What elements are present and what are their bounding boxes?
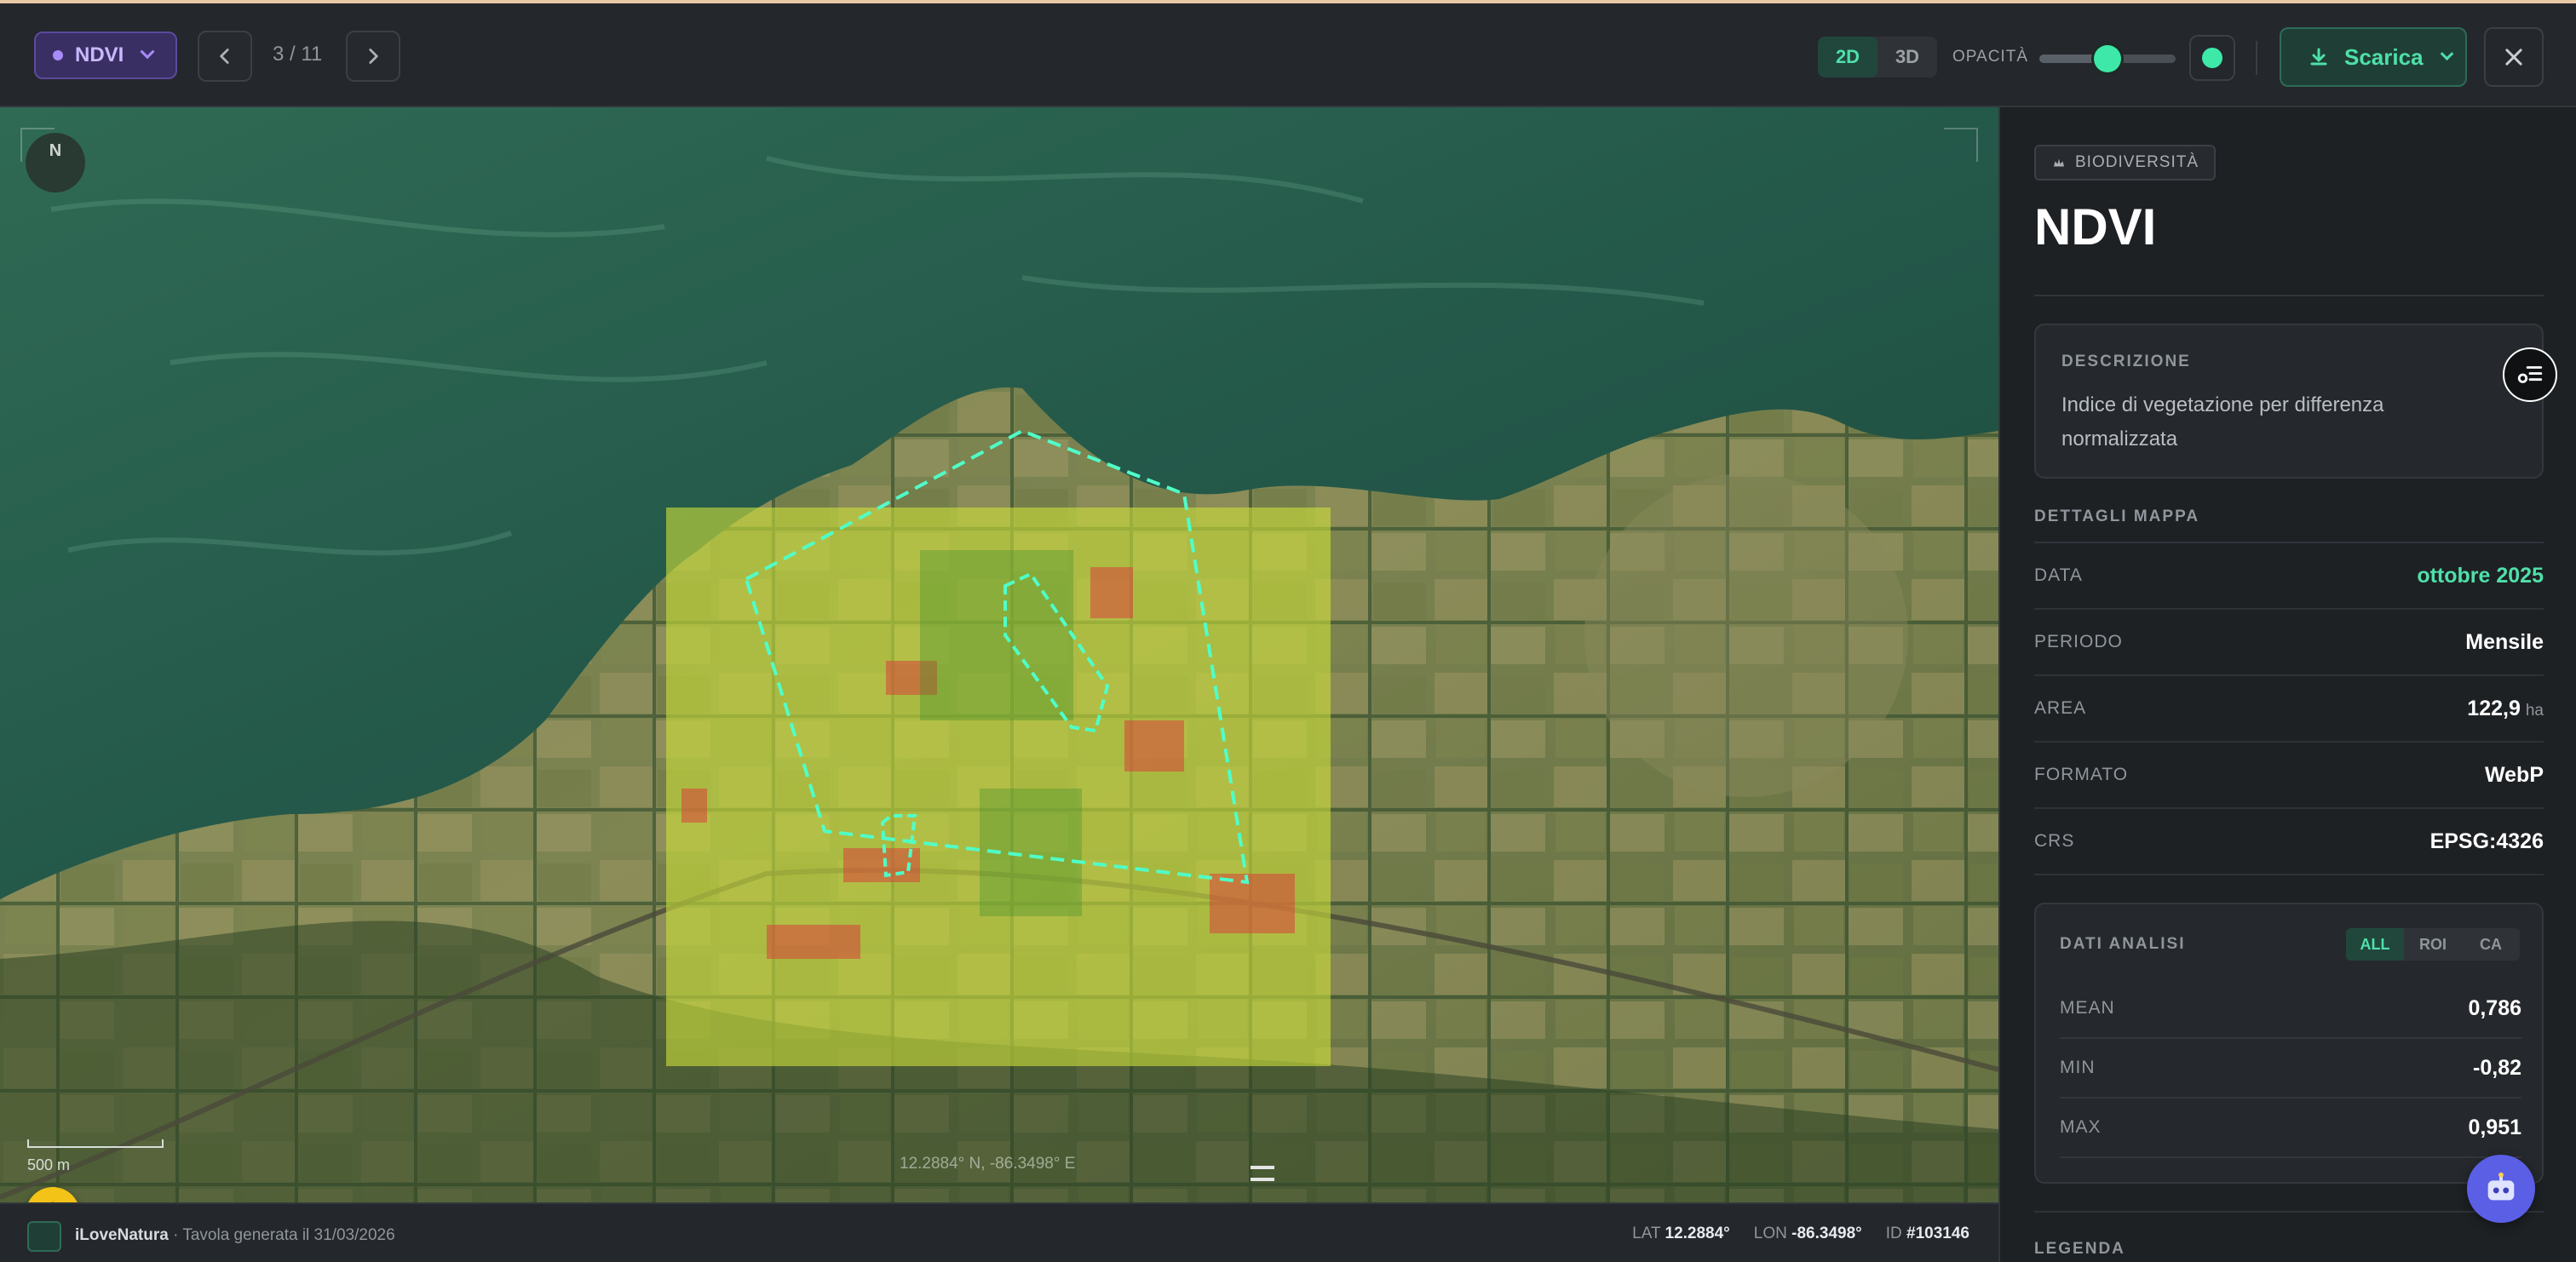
tab-all[interactable]: ALL xyxy=(2346,928,2404,961)
analysis-key: MIN xyxy=(2060,1058,2096,1077)
top-toolbar: NDVI 3 / 11 2D 3D OPACITÀ Scarica xyxy=(0,3,2576,107)
scale-bar: 500 m xyxy=(27,1139,164,1174)
lat-value: 12.2884° xyxy=(1665,1225,1730,1242)
description-card: DESCRIZIONE Indice di vegetazione per di… xyxy=(2034,324,2544,479)
detail-key: AREA xyxy=(2034,698,2087,718)
lat-label: LAT xyxy=(1632,1225,1661,1242)
download-label: Scarica xyxy=(2344,43,2424,70)
opacity-slider[interactable] xyxy=(2039,45,2176,72)
detail-unit: ha xyxy=(2525,701,2544,720)
id-readout: ID #103146 xyxy=(1886,1225,1969,1243)
category-icon xyxy=(2054,158,2064,167)
download-icon xyxy=(2310,48,2327,66)
analysis-key: MEAN xyxy=(2060,998,2115,1018)
brand-name: iLoveNatura xyxy=(75,1226,169,1244)
legend-divider xyxy=(2034,1211,2544,1213)
category-label: BIODIVERSITÀ xyxy=(2075,153,2199,171)
analysis-card: DATI ANALISI ALL ROI CA MEAN 0,786 MIN -… xyxy=(2034,903,2544,1184)
layer-select-button[interactable]: NDVI xyxy=(34,32,177,79)
close-icon xyxy=(2505,49,2522,66)
detail-row-formato: FORMATO WebP xyxy=(2034,743,2544,809)
frame-corner-top-left xyxy=(20,128,55,162)
analysis-value: -0,82 xyxy=(2473,1055,2521,1080)
scale-bar-line xyxy=(27,1139,164,1148)
detail-row-area: AREA 122,9 ha xyxy=(2034,676,2544,743)
chevron-left-icon xyxy=(220,49,229,64)
detail-row-crs: CRS EPSG:4326 xyxy=(2034,809,2544,875)
map-coordinate-readout: 12.2884° N, -86.3498° E xyxy=(900,1155,1076,1173)
analysis-value: 0,951 xyxy=(2468,1115,2521,1139)
robot-icon xyxy=(2487,1172,2515,1201)
info-panel: BIODIVERSITÀ NDVI DESCRIZIONE Indice di … xyxy=(1998,107,2576,1262)
scale-bar-label: 500 m xyxy=(27,1156,71,1173)
analysis-label: DATI ANALISI xyxy=(2060,935,2186,953)
analysis-key: MAX xyxy=(2060,1117,2102,1137)
detail-value: EPSG:4326 xyxy=(2429,829,2544,853)
opacity-label: OPACITÀ xyxy=(1952,48,2028,66)
tab-ca[interactable]: CA xyxy=(2462,928,2520,961)
description-label: DESCRIZIONE xyxy=(2061,353,2191,370)
next-button[interactable] xyxy=(346,31,400,82)
analysis-row-min: MIN -0,82 xyxy=(2060,1039,2521,1099)
detail-key: FORMATO xyxy=(2034,765,2129,784)
map-canvas[interactable]: N 500 m 12.2884° N, -86.3498° E xyxy=(0,107,1998,1202)
map-drag-handle[interactable] xyxy=(1251,1166,1274,1181)
assistant-chat-button[interactable] xyxy=(2467,1155,2535,1223)
detail-value: Mensile xyxy=(2465,629,2544,654)
lat-readout: LAT 12.2884° xyxy=(1632,1225,1730,1243)
download-button[interactable]: Scarica xyxy=(2280,27,2467,87)
lon-value: -86.3498° xyxy=(1791,1225,1862,1242)
filter-list-button[interactable] xyxy=(2503,347,2557,402)
tab-roi[interactable]: ROI xyxy=(2404,928,2462,961)
toolbar-divider xyxy=(2256,41,2257,75)
detail-value: WebP xyxy=(2485,762,2544,787)
detail-row-data: DATA ottobre 2025 xyxy=(2034,543,2544,610)
footer-meta: LAT 12.2884° LON -86.3498° ID #103146 xyxy=(1632,1225,1969,1243)
previous-button[interactable] xyxy=(198,31,252,82)
category-badge: BIODIVERSITÀ xyxy=(2034,145,2217,181)
layer-dot-icon xyxy=(53,50,63,60)
brand-logo-icon xyxy=(27,1221,61,1252)
detail-value-wrap: 122,9 ha xyxy=(2467,697,2544,721)
lon-label: LON xyxy=(1753,1225,1787,1242)
color-swatch-icon xyxy=(2202,48,2222,68)
analysis-row-max: MAX 0,951 xyxy=(2060,1099,2521,1158)
legend-section-label: LEGENDA xyxy=(2034,1240,2125,1258)
footer-brand: iLoveNatura · Tavola generata il 31/03/2… xyxy=(75,1226,395,1245)
satellite-image xyxy=(0,107,1998,1202)
layer-select-label: NDVI xyxy=(75,43,124,66)
detail-value: 122,9 xyxy=(2467,696,2521,720)
panel-title: NDVI xyxy=(2034,198,2157,255)
detail-key: PERIODO xyxy=(2034,632,2123,651)
analysis-value: 0,786 xyxy=(2468,995,2521,1020)
chevron-right-icon xyxy=(369,49,378,64)
filter-list-icon xyxy=(2517,366,2543,383)
analysis-row-mean: MEAN 0,786 xyxy=(2060,979,2521,1039)
analysis-scope-tabs: ALL ROI CA xyxy=(2346,928,2520,961)
color-swatch-button[interactable] xyxy=(2189,35,2235,81)
detail-value: ottobre 2025 xyxy=(2417,563,2544,588)
panel-divider xyxy=(2034,295,2544,296)
view-mode-toggle: 2D 3D xyxy=(1818,37,1937,77)
view-2d-button[interactable]: 2D xyxy=(1818,37,1877,77)
generated-date: · Tavola generata il 31/03/2026 xyxy=(168,1226,395,1244)
chevron-down-icon xyxy=(2440,46,2453,60)
description-text: Indice di vegetazione per differenza nor… xyxy=(2061,393,2384,450)
map-footer: iLoveNatura · Tavola generata il 31/03/2… xyxy=(0,1202,1998,1262)
detail-row-periodo: PERIODO Mensile xyxy=(2034,610,2544,676)
detail-key: CRS xyxy=(2034,831,2075,851)
details-section-label: DETTAGLI MAPPA xyxy=(2034,508,2200,525)
view-3d-button[interactable]: 3D xyxy=(1877,37,1937,77)
frame-corner-top-right xyxy=(1944,128,1978,162)
lon-readout: LON -86.3498° xyxy=(1754,1225,1862,1243)
close-button[interactable] xyxy=(2484,27,2544,87)
chevron-down-icon xyxy=(140,44,155,60)
detail-key: DATA xyxy=(2034,565,2083,585)
id-value: #103146 xyxy=(1906,1225,1969,1242)
id-label: ID xyxy=(1885,1225,1902,1242)
opacity-slider-handle[interactable] xyxy=(2094,45,2121,72)
page-counter: 3 / 11 xyxy=(273,43,323,66)
